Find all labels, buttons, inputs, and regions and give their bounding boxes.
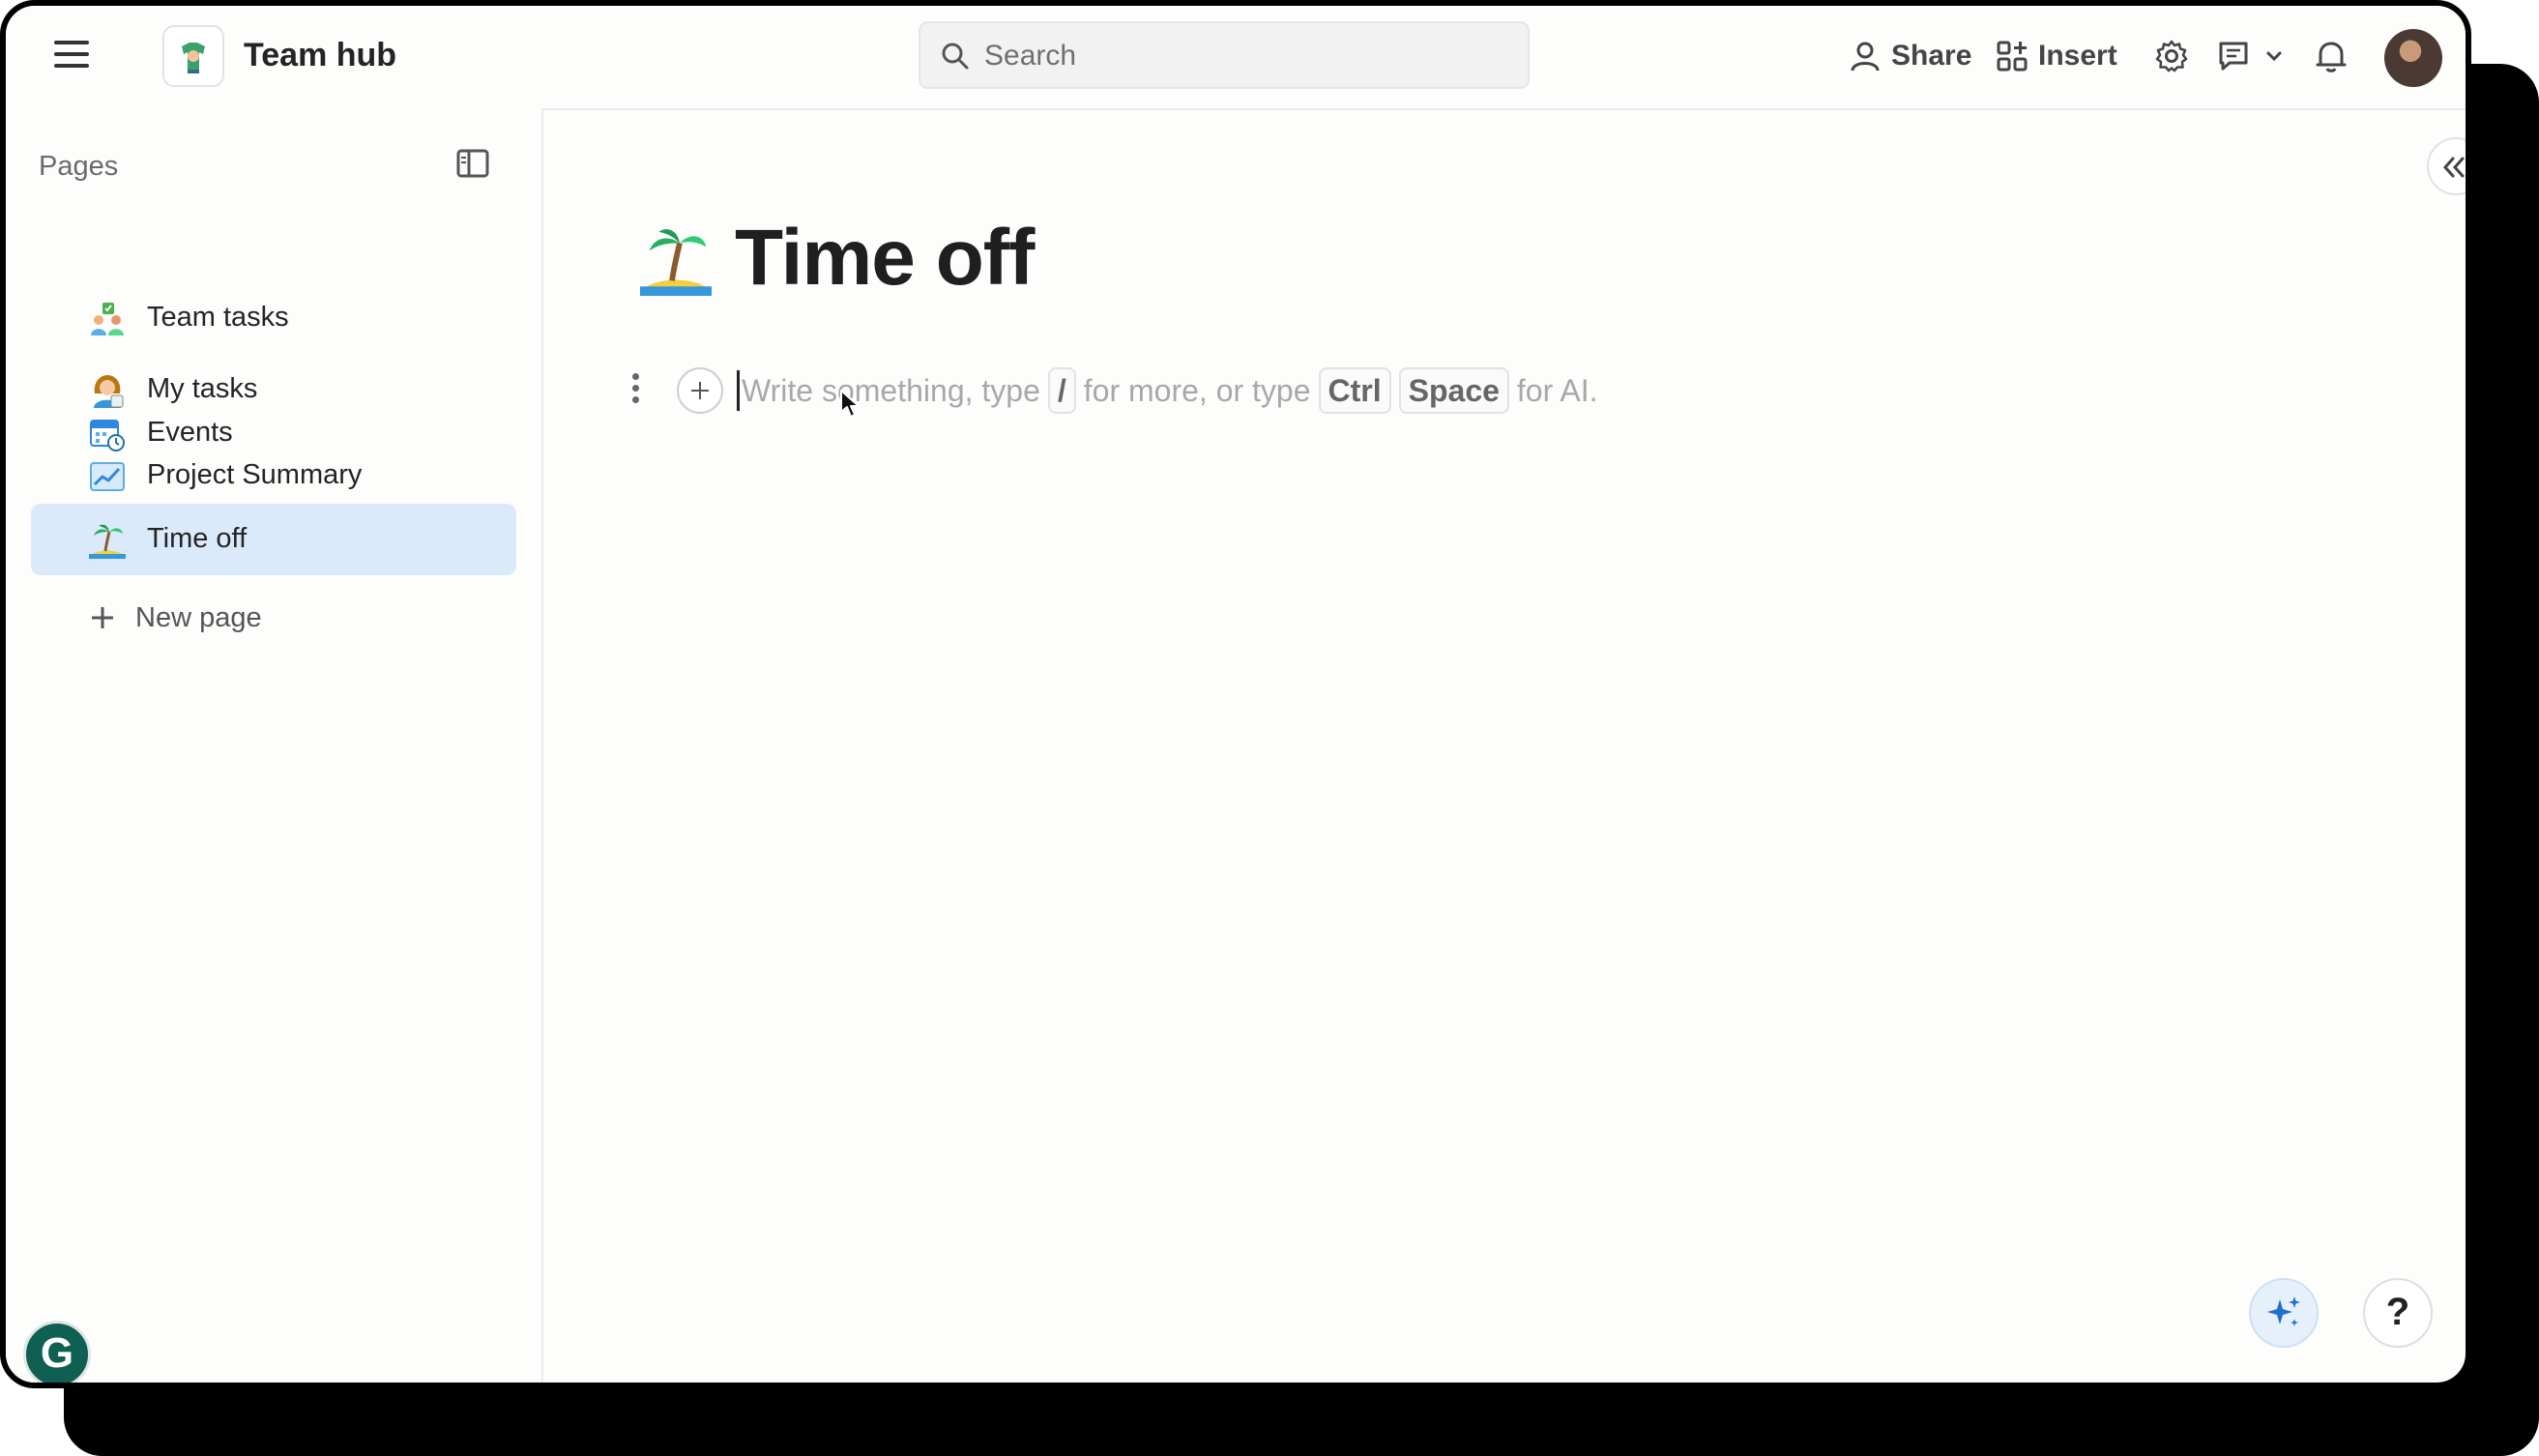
- plus-icon: [92, 607, 113, 628]
- main-content: Time off Write something, type / for mor…: [543, 108, 2466, 1383]
- sidebar-panel-icon[interactable]: [456, 149, 489, 178]
- sidebar-item-project-summary[interactable]: Project Summary: [31, 440, 516, 511]
- palm-island-icon: [89, 524, 126, 559]
- kbd-slash: /: [1047, 367, 1076, 414]
- search-input[interactable]: [982, 31, 1508, 81]
- chevron-down-icon: [2266, 51, 2282, 62]
- insert-button[interactable]: Insert: [1996, 35, 2117, 77]
- share-button[interactable]: Share: [1849, 35, 1971, 77]
- double-chevron-left-icon: [2442, 157, 2465, 178]
- kbd-ctrl: Ctrl: [1318, 367, 1391, 414]
- sidebar-item-label: Time off: [147, 523, 248, 554]
- page-title[interactable]: Time off: [735, 213, 1035, 304]
- new-page-label: New page: [135, 601, 262, 633]
- ai-assistant-button[interactable]: [2249, 1278, 2319, 1348]
- text-caret: [737, 370, 740, 411]
- menu-icon[interactable]: [54, 41, 89, 70]
- comments-button[interactable]: [2216, 35, 2284, 77]
- palm-island-icon[interactable]: [640, 224, 712, 296]
- share-label: Share: [1891, 40, 1972, 72]
- team-hub-app-icon[interactable]: [162, 25, 224, 87]
- grammarly-button[interactable]: G: [23, 1321, 91, 1383]
- notifications-button[interactable]: [2315, 35, 2348, 77]
- drag-handle-icon[interactable]: [630, 373, 642, 408]
- collapse-panel-button[interactable]: [2427, 137, 2466, 195]
- pages-header: Pages: [39, 151, 119, 182]
- placeholder-text: Write something, type: [742, 372, 1040, 408]
- sparkles-icon: [2267, 1296, 2300, 1326]
- insert-label: Insert: [2038, 40, 2117, 72]
- help-button[interactable]: ?: [2363, 1278, 2433, 1348]
- settings-button[interactable]: [2154, 35, 2189, 77]
- insert-icon: [1997, 41, 2028, 72]
- sidebar-item-team-tasks[interactable]: Team tasks: [31, 282, 516, 354]
- bell-icon: [2316, 42, 2347, 73]
- kbd-space: Space: [1398, 367, 1509, 414]
- sidebar-item-time-off[interactable]: Time off: [31, 504, 516, 575]
- new-page-button[interactable]: New page: [89, 594, 262, 642]
- gear-icon: [2155, 40, 2188, 73]
- placeholder-text: for AI.: [1516, 372, 1598, 408]
- editor-block[interactable]: Write something, type / for more, or typ…: [737, 364, 1598, 418]
- sidebar-item-label: Project Summary: [147, 459, 363, 490]
- add-block-button[interactable]: [677, 367, 723, 414]
- search-box[interactable]: [919, 21, 1530, 89]
- team-tasks-emoji-icon: [91, 303, 124, 335]
- top-bar: Team hub Share Insert: [6, 6, 2466, 110]
- comment-icon: [2219, 42, 2248, 71]
- sidebar: Pages Team tasks My tasks Events Project…: [6, 108, 543, 1383]
- chart-icon: [90, 462, 125, 491]
- avatar[interactable]: [2384, 29, 2442, 87]
- mouse-cursor-icon: [840, 390, 860, 418]
- app-title: Team hub: [244, 37, 397, 73]
- placeholder-text: for more, or type: [1083, 372, 1311, 408]
- sidebar-item-label: Team tasks: [147, 302, 289, 333]
- app-window: Team hub Share Insert: [0, 0, 2471, 1388]
- search-icon: [942, 43, 969, 70]
- person-icon: [1851, 42, 1880, 72]
